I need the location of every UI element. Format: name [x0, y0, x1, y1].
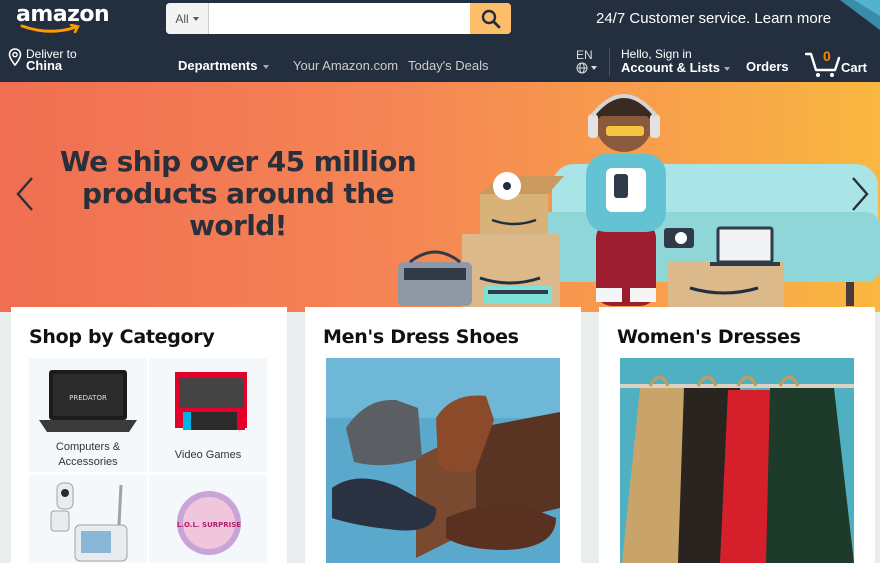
cart-label: Cart: [841, 60, 868, 75]
location-pin-icon: [8, 48, 22, 67]
amazon-logo[interactable]: amazon: [16, 2, 110, 38]
departments-label: Departments: [178, 58, 258, 73]
category-tile-baby[interactable]: [29, 475, 147, 563]
womens-dresses-card: Women's Dresses: [599, 307, 875, 563]
orders-link[interactable]: Orders: [746, 59, 789, 74]
language-selector[interactable]: EN: [576, 48, 597, 74]
category-tile-toys[interactable]: L.O.L. SURPRISE: [149, 475, 267, 563]
search-category-dropdown[interactable]: All: [166, 3, 209, 34]
chevron-down-icon: [263, 64, 270, 69]
chevron-left-icon[interactable]: [14, 174, 36, 214]
deliver-to-location[interactable]: Deliver to China: [8, 48, 77, 72]
tile-label-line1: Video Games: [174, 449, 242, 461]
card-title: Men's Dress Shoes: [323, 326, 519, 348]
corner-decoration: [840, 0, 880, 30]
baby-monitor-image: [50, 482, 128, 562]
deliver-country: China: [26, 58, 63, 73]
search-icon: [481, 9, 500, 28]
chevron-down-icon: [192, 16, 199, 21]
dresses-photo: [620, 358, 854, 563]
card-title: Women's Dresses: [617, 326, 801, 348]
hero-carousel[interactable]: We ship over 45 million products around …: [0, 82, 880, 312]
category-tile-computers[interactable]: PREDATOR Computers & Accessories: [29, 358, 147, 472]
logo-smile-icon: [20, 24, 80, 34]
search-input[interactable]: [209, 3, 470, 34]
tile-label: Video Games: [149, 448, 267, 463]
cart-count-badge: 0: [823, 48, 831, 64]
cart-button[interactable]: 0 Cart: [805, 48, 875, 78]
search-category-label: All: [175, 11, 189, 26]
toy-brand-text: L.O.L. SURPRISE: [177, 521, 241, 529]
search-button[interactable]: [470, 3, 511, 34]
language-code: EN: [576, 48, 593, 62]
laptop-image: PREDATOR: [39, 370, 137, 432]
your-amazon-link[interactable]: Your Amazon.com: [293, 58, 398, 73]
tile-label: Computers & Accessories: [29, 440, 147, 470]
shop-by-category-card: Shop by Category PREDATOR Computers & Ac…: [11, 307, 287, 563]
video-game-console-image: [175, 372, 247, 430]
account-lists-label: Account & Lists: [621, 60, 720, 75]
departments-menu[interactable]: Departments: [178, 58, 270, 73]
toy-ball-image: L.O.L. SURPRISE: [177, 491, 241, 555]
hero-headline-line2: products around the world!: [82, 177, 395, 242]
shoes-photo: [326, 358, 560, 563]
todays-deals-link[interactable]: Today's Deals: [408, 58, 489, 73]
hero-headline-line1: We ship over 45 million: [59, 145, 417, 178]
search-bar: All: [166, 3, 511, 34]
customer-service-promo[interactable]: 24/7 Customer service. Learn more: [596, 10, 831, 27]
divider: [609, 48, 610, 76]
womens-dresses-image[interactable]: [620, 358, 854, 563]
category-tile-video-games[interactable]: Video Games: [149, 358, 267, 472]
mens-shoes-image[interactable]: [326, 358, 560, 563]
hero-headline: We ship over 45 million products around …: [38, 146, 438, 242]
top-navigation-bar: amazon All 24/7 Customer service. Learn …: [0, 0, 880, 42]
mens-dress-shoes-card: Men's Dress Shoes: [305, 307, 581, 563]
chevron-down-icon: [723, 66, 730, 71]
laptop-brand-text: PREDATOR: [69, 394, 107, 402]
account-lists-menu[interactable]: Hello, Sign in Account & Lists: [621, 48, 730, 74]
card-title: Shop by Category: [29, 326, 215, 348]
chevron-right-icon[interactable]: [849, 174, 871, 214]
globe-icon: [576, 62, 588, 74]
tile-label-line1: Computers &: [55, 441, 121, 453]
chevron-down-icon: [591, 66, 597, 70]
tile-label-line2: Accessories: [58, 456, 118, 468]
secondary-navigation-bar: Deliver to China Departments Your Amazon…: [0, 42, 880, 82]
